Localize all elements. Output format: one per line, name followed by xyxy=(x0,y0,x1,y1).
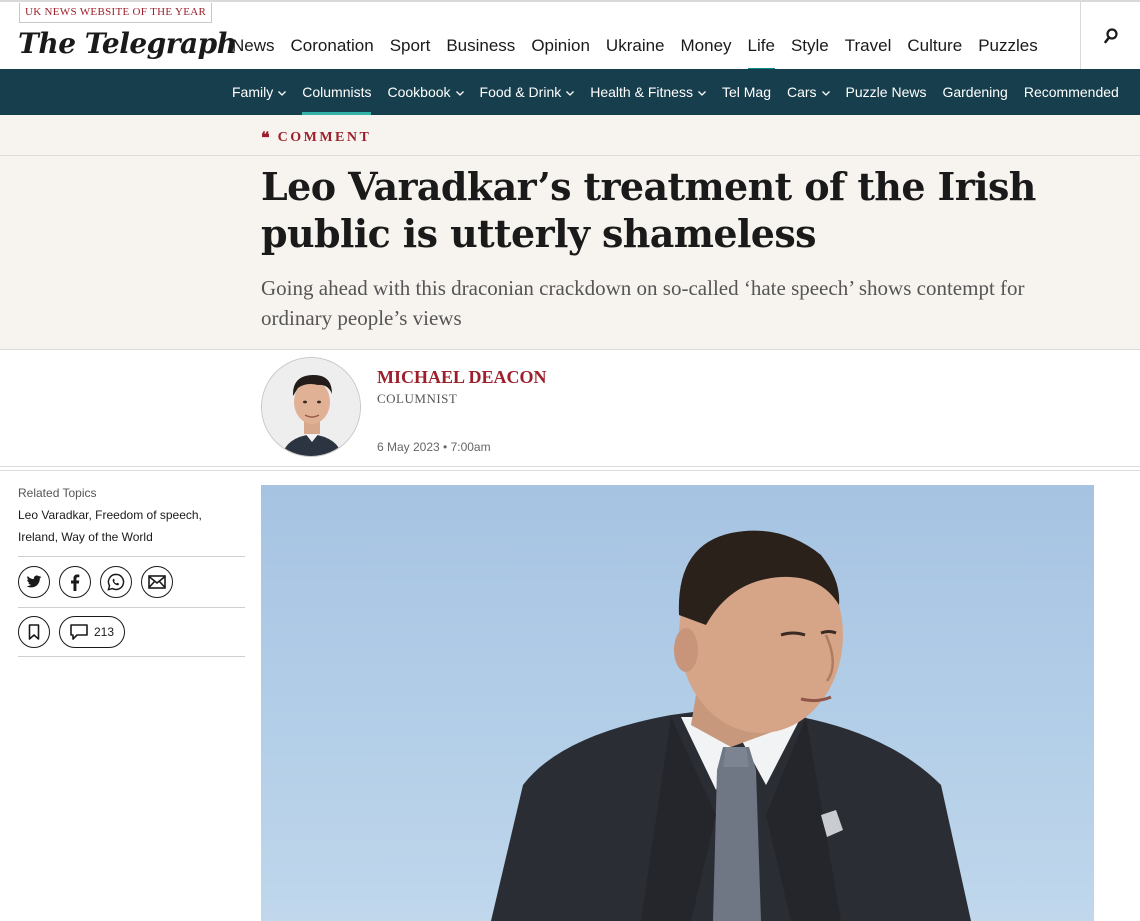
share-facebook-button[interactable] xyxy=(59,566,91,598)
bookmark-button[interactable] xyxy=(18,616,50,648)
twitter-icon xyxy=(26,575,42,588)
divider xyxy=(18,656,245,657)
comment-count: 213 xyxy=(94,625,115,639)
nav-item-style[interactable]: Style xyxy=(791,35,829,57)
search-icon xyxy=(1103,27,1118,43)
quote-icon: ❝ xyxy=(261,128,270,147)
subnav-item-cookbook[interactable]: Cookbook xyxy=(387,69,464,115)
author-avatar[interactable] xyxy=(261,357,361,457)
subnav-item-puzzle-news[interactable]: Puzzle News xyxy=(846,69,927,115)
nav-item-life[interactable]: Life xyxy=(747,35,776,72)
lead-image xyxy=(261,485,1094,921)
related-topics-list: Leo Varadkar, Freedom of speech, Ireland… xyxy=(18,504,218,548)
chevron-down-icon xyxy=(566,91,575,96)
masthead: UK NEWS WEBSITE OF THE YEAR The Telegrap… xyxy=(0,0,1140,72)
telegraph-logo[interactable]: The Telegraph xyxy=(18,26,237,62)
related-topic-link[interactable]: Ireland, xyxy=(18,530,58,544)
subnav-item-cars[interactable]: Cars xyxy=(787,69,830,115)
subnav-item-health-fitness[interactable]: Health & Fitness xyxy=(590,69,706,115)
share-twitter-button[interactable] xyxy=(18,566,50,598)
share-whatsapp-button[interactable] xyxy=(100,566,132,598)
byline: MICHAEL DEACON COLUMNIST 6 May 2023 • 7:… xyxy=(0,350,1140,471)
email-icon xyxy=(148,575,166,589)
article-sidebar: Related Topics Leo Varadkar, Freedom of … xyxy=(18,486,245,657)
nav-item-culture[interactable]: Culture xyxy=(907,35,962,57)
nav-item-sport[interactable]: Sport xyxy=(390,35,431,57)
facebook-icon xyxy=(71,573,80,591)
article-standfirst: Going ahead with this draconian crackdow… xyxy=(261,276,1025,330)
chevron-down-icon xyxy=(697,91,706,96)
subnav-label: Health & Fitness xyxy=(590,84,693,100)
subnav-label: Cookbook xyxy=(387,84,451,100)
chevron-down-icon xyxy=(455,91,464,96)
article-actions: 213 xyxy=(18,608,245,656)
comments-button[interactable]: 213 xyxy=(59,616,126,648)
nav-item-business[interactable]: Business xyxy=(446,35,515,57)
related-topic-link[interactable]: Way of the World xyxy=(61,530,152,544)
subnav-label: Columnists xyxy=(302,84,372,100)
nav-item-news[interactable]: News xyxy=(232,35,275,57)
subnav-item-columnists[interactable]: Columnists xyxy=(302,69,372,115)
comment-icon xyxy=(70,624,88,640)
whatsapp-icon xyxy=(107,573,125,591)
author-portrait xyxy=(262,358,360,456)
share-buttons xyxy=(18,557,245,607)
related-topic-link[interactable]: Freedom of speech, xyxy=(95,508,202,522)
subnav-item-food-drink[interactable]: Food & Drink xyxy=(480,69,575,115)
kicker-label: COMMENT xyxy=(277,130,372,145)
comment-kicker: ❝ COMMENT xyxy=(261,130,371,146)
search-button[interactable] xyxy=(1080,2,1140,69)
subnav-label: Recommended xyxy=(1023,84,1119,100)
related-topic-link[interactable]: Leo Varadkar, xyxy=(18,508,92,522)
share-email-button[interactable] xyxy=(141,566,173,598)
nav-item-coronation[interactable]: Coronation xyxy=(291,35,374,57)
nav-item-opinion[interactable]: Opinion xyxy=(531,35,590,57)
publish-date: 6 May 2023 • 7:00am xyxy=(377,440,491,454)
author-name-link[interactable]: MICHAEL DEACON xyxy=(377,367,547,388)
kicker-bar: ❝ COMMENT xyxy=(0,115,1140,156)
subnav-item-gardening[interactable]: Gardening xyxy=(942,69,1007,115)
subnav-label: Cars xyxy=(786,84,817,100)
article-header: ❝ COMMENT Leo Varadkar’s treatment of th… xyxy=(0,115,1140,350)
chevron-down-icon xyxy=(278,91,287,96)
primary-nav: News Coronation Sport Business Opinion U… xyxy=(232,35,1054,72)
subnav-label: Family xyxy=(232,84,274,100)
subnav-label: Food & Drink xyxy=(479,84,562,100)
subnav-item-tel-mag[interactable]: Tel Mag xyxy=(722,69,771,115)
bookmark-icon xyxy=(28,624,40,640)
subnav-label: Gardening xyxy=(942,84,1008,100)
subnav-item-family[interactable]: Family xyxy=(232,69,287,115)
chevron-down-icon xyxy=(821,91,830,96)
section-subnav: Family Columnists Cookbook Food & Drink … xyxy=(0,69,1140,115)
award-badge: UK NEWS WEBSITE OF THE YEAR xyxy=(19,3,213,23)
nav-item-money[interactable]: Money xyxy=(681,35,732,57)
author-role: COLUMNIST xyxy=(377,391,458,406)
lead-photo-illustration xyxy=(491,530,971,921)
subnav-label: Tel Mag xyxy=(721,84,771,100)
nav-item-puzzles[interactable]: Puzzles xyxy=(978,35,1038,57)
nav-item-travel[interactable]: Travel xyxy=(845,35,892,57)
related-topics-label: Related Topics xyxy=(18,486,97,500)
subnav-item-recommended[interactable]: Recommended xyxy=(1024,69,1119,115)
subnav-label: Puzzle News xyxy=(845,84,927,100)
article-headline: Leo Varadkar’s treatment of the Irish pu… xyxy=(261,164,1036,256)
nav-item-ukraine[interactable]: Ukraine xyxy=(606,35,665,57)
